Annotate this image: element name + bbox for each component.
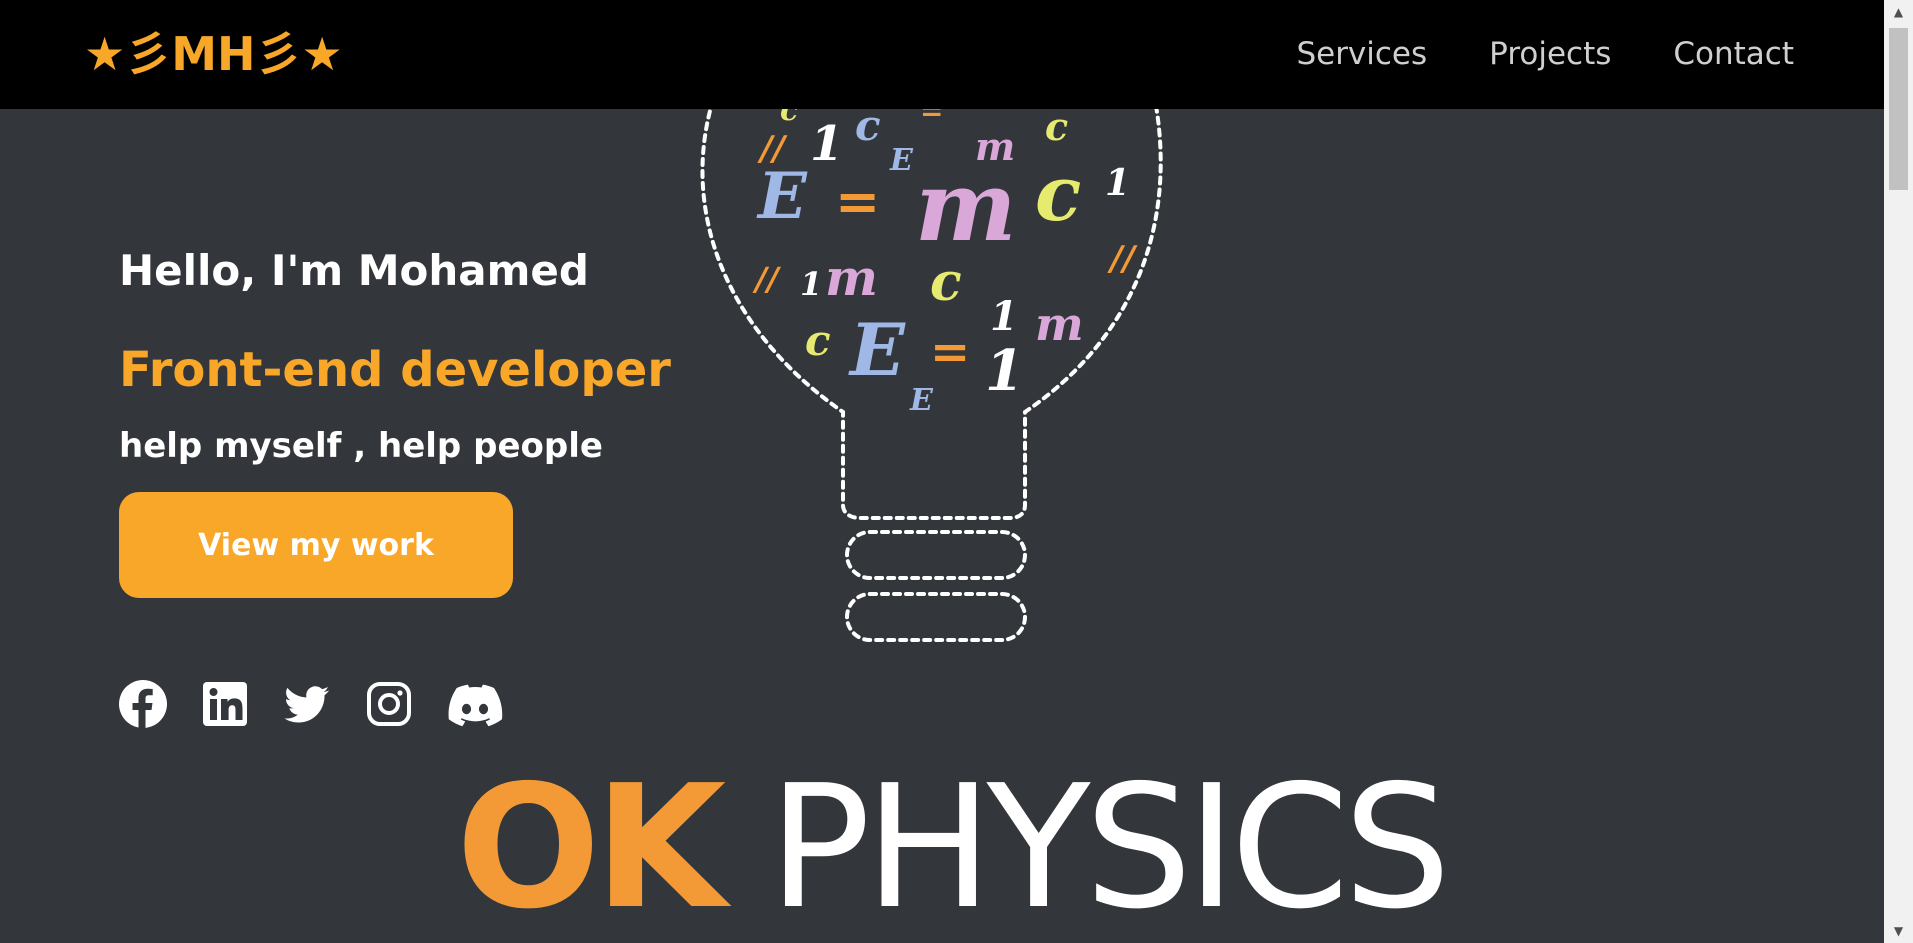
social-links bbox=[119, 680, 503, 728]
nav-links: Services Projects Contact bbox=[1296, 36, 1794, 72]
svg-text:E: E bbox=[909, 383, 934, 418]
ok-physics-logo: OK PHYSICS bbox=[456, 758, 1451, 938]
vertical-scrollbar[interactable]: ▲ ▼ bbox=[1884, 0, 1913, 943]
nav-link-contact[interactable]: Contact bbox=[1673, 36, 1794, 72]
brand-physics: PHYSICS bbox=[768, 749, 1451, 943]
page: ★彡MH彡★ Services Projects Contact E = m c… bbox=[0, 0, 1913, 943]
svg-text:=: = bbox=[930, 324, 970, 380]
svg-text:1: 1 bbox=[990, 293, 1018, 340]
hero-greeting: Hello, I'm Mohamed bbox=[119, 246, 589, 296]
brand-ok: OK bbox=[456, 749, 726, 943]
svg-text:E: E bbox=[848, 307, 906, 392]
svg-text://: // bbox=[1107, 239, 1138, 279]
site-logo[interactable]: ★彡MH彡★ bbox=[84, 28, 343, 80]
scroll-thumb[interactable] bbox=[1889, 28, 1908, 190]
svg-text:m: m bbox=[975, 124, 1015, 169]
facebook-icon[interactable] bbox=[119, 680, 167, 728]
svg-text:c: c bbox=[930, 252, 962, 313]
twitter-icon[interactable] bbox=[283, 680, 331, 728]
linkedin-icon[interactable] bbox=[201, 680, 249, 728]
nav-link-services[interactable]: Services bbox=[1296, 36, 1427, 72]
svg-text:c: c bbox=[1045, 104, 1068, 149]
svg-text:1: 1 bbox=[810, 116, 843, 172]
nav-link-projects[interactable]: Projects bbox=[1489, 36, 1611, 72]
hero-tagline: help myself , help people bbox=[119, 426, 603, 466]
svg-text:c: c bbox=[1035, 149, 1081, 238]
svg-text:1: 1 bbox=[800, 265, 822, 303]
svg-text:m: m bbox=[825, 248, 878, 307]
svg-text:E: E bbox=[889, 143, 914, 178]
scroll-up-arrow-icon[interactable]: ▲ bbox=[1884, 2, 1913, 22]
instagram-icon[interactable] bbox=[365, 680, 413, 728]
svg-text:c: c bbox=[805, 316, 831, 365]
navbar: ★彡MH彡★ Services Projects Contact bbox=[0, 0, 1884, 109]
svg-text://: // bbox=[757, 129, 788, 169]
scroll-down-arrow-icon[interactable]: ▼ bbox=[1884, 921, 1913, 941]
svg-text://: // bbox=[752, 260, 782, 298]
svg-text:=: = bbox=[835, 169, 880, 233]
svg-text:m: m bbox=[1035, 297, 1084, 351]
view-my-work-button[interactable]: View my work bbox=[119, 492, 513, 598]
discord-icon[interactable] bbox=[447, 680, 503, 728]
hero-role: Front-end developer bbox=[119, 341, 671, 398]
svg-text:1: 1 bbox=[985, 338, 1024, 404]
lightbulb-illustration: E = m c 1 1 c E m c = // c 1 m c 1 m // … bbox=[700, 100, 1163, 642]
svg-text:1: 1 bbox=[1105, 162, 1130, 204]
svg-text:E: E bbox=[756, 159, 808, 234]
